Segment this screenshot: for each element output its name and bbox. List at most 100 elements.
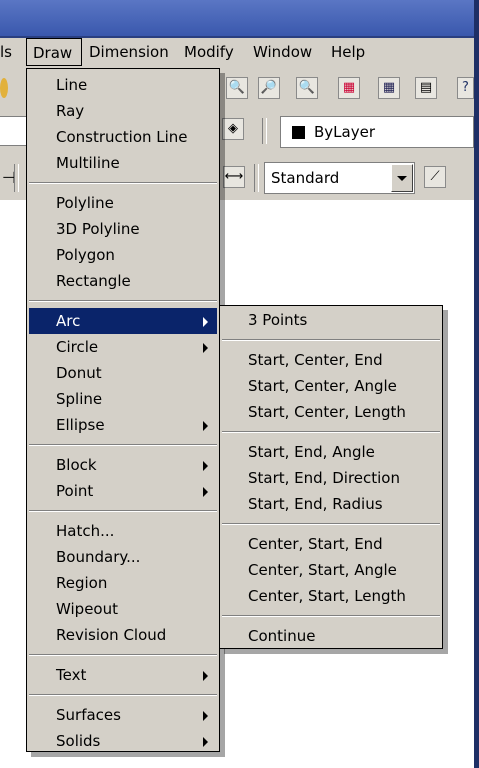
menu-item-label: Center, Start, Angle bbox=[248, 561, 397, 579]
menu-item-label: Start, End, Angle bbox=[248, 443, 375, 461]
menu-item-label: Construction Line bbox=[56, 128, 188, 146]
draw-menu-item-spline[interactable]: Spline bbox=[29, 386, 217, 412]
menu-item-label: Point bbox=[56, 482, 94, 500]
toolbar-icon[interactable] bbox=[0, 78, 8, 98]
menu-item-label: Ellipse bbox=[56, 416, 105, 434]
menu-item-label: Hatch... bbox=[56, 522, 115, 540]
help-icon[interactable]: ? bbox=[457, 77, 474, 99]
arc-submenu-item-continue[interactable]: Continue bbox=[222, 623, 440, 649]
tool-palettes-icon[interactable]: ▤ bbox=[415, 77, 437, 99]
draw-menu-item-ellipse[interactable]: Ellipse bbox=[29, 412, 217, 438]
menu-item-label: Ray bbox=[56, 102, 85, 120]
submenu-arrow-icon bbox=[203, 487, 208, 497]
zoom-realtime-icon[interactable]: 🔍 bbox=[226, 77, 248, 99]
menu-help[interactable]: Help bbox=[331, 38, 365, 66]
dimstyle-icon[interactable]: ⟷ bbox=[223, 166, 245, 188]
zoom-previous-icon[interactable]: 🔍 bbox=[296, 77, 318, 99]
draw-menu-item-donut[interactable]: Donut bbox=[29, 360, 217, 386]
dropdown-button[interactable] bbox=[391, 164, 413, 192]
menu-item-label: Polyline bbox=[56, 194, 114, 212]
menu-separator bbox=[222, 339, 440, 341]
draw-menu-item-hatch[interactable]: Hatch... bbox=[29, 518, 217, 544]
draw-menu-item-polygon[interactable]: Polygon bbox=[29, 242, 217, 268]
menu-item-label: Block bbox=[56, 456, 97, 474]
menu-window[interactable]: Window bbox=[253, 38, 312, 66]
arc-submenu-item-3-points[interactable]: 3 Points bbox=[222, 307, 440, 333]
menu-draw[interactable]: Draw bbox=[26, 38, 82, 66]
menu-item-label: 3 Points bbox=[248, 311, 308, 329]
draw-menu-item-circle[interactable]: Circle bbox=[29, 334, 217, 360]
layer-field[interactable] bbox=[0, 116, 28, 146]
design-center-icon[interactable]: ▦ bbox=[378, 77, 400, 99]
dimstyle-dropdown[interactable]: Standard bbox=[264, 162, 415, 194]
draw-menu-item-multiline[interactable]: Multiline bbox=[29, 150, 217, 176]
draw-menu-item-ray[interactable]: Ray bbox=[29, 98, 217, 124]
arc-submenu-item-center-start-length[interactable]: Center, Start, Length bbox=[222, 583, 440, 609]
draw-menu-item-rectangle[interactable]: Rectangle bbox=[29, 268, 217, 294]
draw-menu-item-region[interactable]: Region bbox=[29, 570, 217, 596]
color-value: ByLayer bbox=[314, 123, 375, 141]
submenu-arrow-icon bbox=[203, 343, 208, 353]
arc-submenu: 3 Points Start, Center, End Start, Center,… bbox=[219, 305, 443, 649]
menu-tools[interactable]: ls bbox=[0, 38, 12, 66]
menu-item-label: Spline bbox=[56, 390, 103, 408]
arc-submenu-item-center-start-angle[interactable]: Center, Start, Angle bbox=[222, 557, 440, 583]
menu-item-label: Rectangle bbox=[56, 272, 131, 290]
menu-item-label: Arc bbox=[56, 312, 81, 330]
properties-icon[interactable]: ▦ bbox=[338, 77, 360, 99]
menu-modify[interactable]: Modify bbox=[184, 38, 234, 66]
menu-item-label: Line bbox=[56, 76, 88, 94]
arc-submenu-item-center-start-end[interactable]: Center, Start, End bbox=[222, 531, 440, 557]
draw-menu: Line Ray Construction Line Multiline Polylin… bbox=[26, 68, 220, 752]
draw-menu-item-boundary[interactable]: Boundary... bbox=[29, 544, 217, 570]
submenu-arrow-icon bbox=[203, 671, 208, 681]
dimension-update-icon[interactable]: ⟋ bbox=[424, 166, 446, 188]
draw-menu-item-3d-polyline[interactable]: 3D Polyline bbox=[29, 216, 217, 242]
menu-item-label: Solids bbox=[56, 732, 101, 750]
menu-dimension[interactable]: Dimension bbox=[89, 38, 169, 66]
menu-separator bbox=[222, 431, 440, 433]
color-swatch bbox=[292, 126, 305, 139]
draw-menu-item-text[interactable]: Text bbox=[29, 662, 217, 688]
dimstyle-value: Standard bbox=[271, 169, 340, 187]
window-frame bbox=[474, 0, 479, 768]
toolbar-grip bbox=[254, 164, 259, 192]
draw-menu-item-surfaces[interactable]: Surfaces bbox=[29, 702, 217, 728]
draw-menu-item-arc[interactable]: Arc bbox=[29, 308, 217, 334]
toolbar-grip bbox=[262, 118, 267, 144]
arc-submenu-item-start-end-angle[interactable]: Start, End, Angle bbox=[222, 439, 440, 465]
menu-item-label: Center, Start, End bbox=[248, 535, 383, 553]
layer-previous-icon[interactable]: ◈ bbox=[222, 118, 244, 140]
draw-menu-item-line[interactable]: Line bbox=[29, 72, 217, 98]
draw-menu-item-point[interactable]: Point bbox=[29, 478, 217, 504]
menu-item-label: Surfaces bbox=[56, 706, 121, 724]
draw-menu-item-wipeout[interactable]: Wipeout bbox=[29, 596, 217, 622]
submenu-arrow-icon bbox=[203, 711, 208, 721]
arc-submenu-item-start-end-direction[interactable]: Start, End, Direction bbox=[222, 465, 440, 491]
menu-item-label: Center, Start, Length bbox=[248, 587, 406, 605]
menu-bar: ls Draw Dimension Modify Window Help bbox=[0, 38, 474, 68]
arc-submenu-item-start-center-end[interactable]: Start, Center, End bbox=[222, 347, 440, 373]
menu-separator bbox=[29, 300, 217, 302]
chevron-down-icon bbox=[397, 176, 407, 181]
arc-submenu-item-start-center-length[interactable]: Start, Center, Length bbox=[222, 399, 440, 425]
arc-submenu-item-start-center-angle[interactable]: Start, Center, Angle bbox=[222, 373, 440, 399]
menu-item-label: Region bbox=[56, 574, 108, 592]
draw-menu-item-revision-cloud[interactable]: Revision Cloud bbox=[29, 622, 217, 648]
title-bar bbox=[0, 0, 479, 38]
arc-submenu-item-start-end-radius[interactable]: Start, End, Radius bbox=[222, 491, 440, 517]
draw-menu-item-solids[interactable]: Solids bbox=[29, 728, 217, 754]
menu-separator bbox=[29, 510, 217, 512]
menu-item-label: Polygon bbox=[56, 246, 115, 264]
menu-item-label: 3D Polyline bbox=[56, 220, 140, 238]
draw-menu-item-polyline[interactable]: Polyline bbox=[29, 190, 217, 216]
menu-separator bbox=[222, 615, 440, 617]
zoom-window-icon[interactable]: 🔎 bbox=[258, 77, 280, 99]
color-control[interactable]: ByLayer bbox=[280, 116, 474, 148]
menu-separator bbox=[29, 694, 217, 696]
draw-menu-item-block[interactable]: Block bbox=[29, 452, 217, 478]
draw-menu-item-construction-line[interactable]: Construction Line bbox=[29, 124, 217, 150]
menu-item-label: Wipeout bbox=[56, 600, 118, 618]
menu-item-label: Boundary... bbox=[56, 548, 141, 566]
menu-item-label: Continue bbox=[248, 627, 316, 645]
